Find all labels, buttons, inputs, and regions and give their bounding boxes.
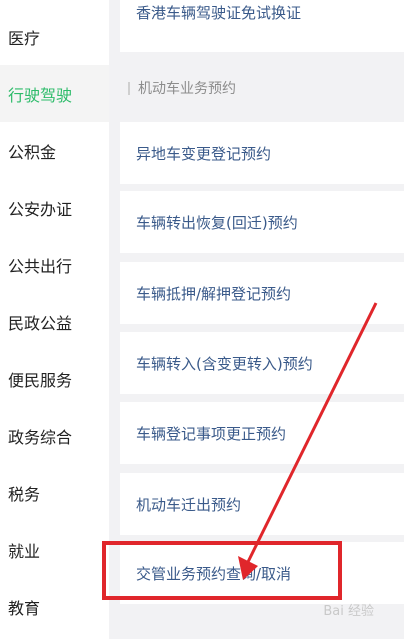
list-item-correction[interactable]: 车辆登记事项更正预约 xyxy=(120,402,404,464)
sidebar-item-driving[interactable]: 行驶驾驶 xyxy=(0,65,109,122)
list-item-label: 车辆转出恢复(回迁)预约 xyxy=(136,213,298,232)
sidebar-item-label: 就业 xyxy=(8,541,41,561)
sidebar-item-convenience[interactable]: 便民服务 xyxy=(0,350,109,407)
sidebar-item-government[interactable]: 政务综合 xyxy=(0,407,109,464)
list-item-remote-registration[interactable]: 异地车变更登记预约 xyxy=(120,122,404,184)
list-item-mortgage[interactable]: 车辆抵押/解押登记预约 xyxy=(120,262,404,324)
sidebar-item-employment[interactable]: 就业 xyxy=(0,521,109,578)
list-item-transfer-in[interactable]: 车辆转入(含变更转入)预约 xyxy=(120,332,404,394)
sidebar-item-label: 教育 xyxy=(8,598,41,618)
list-item-move-out[interactable]: 机动车迁出预约 xyxy=(120,473,404,535)
sidebar-item-label: 行驶驾驶 xyxy=(8,85,73,105)
sidebar-item-label: 公积金 xyxy=(8,142,57,162)
sidebar-item-label: 医疗 xyxy=(8,28,41,48)
section-title: 机动车业务预约 xyxy=(120,66,236,110)
sidebar-item-label: 民政公益 xyxy=(8,313,73,333)
list-item-label: 香港车辆驾驶证免试换证 xyxy=(136,4,302,22)
list-item-label: 异地车变更登记预约 xyxy=(136,144,272,163)
list-item-label: 车辆抵押/解押登记预约 xyxy=(136,284,292,303)
list-item-hk-license[interactable]: 香港车辆驾驶证免试换证 xyxy=(120,0,404,52)
sidebar-item-label: 便民服务 xyxy=(8,370,73,390)
highlight-box xyxy=(102,541,342,600)
section-title-text: 机动车业务预约 xyxy=(138,81,236,97)
sidebar-item-housing-fund[interactable]: 公积金 xyxy=(0,122,109,179)
sidebar-item-civil-affairs[interactable]: 民政公益 xyxy=(0,293,109,350)
watermark: Bai 经验 xyxy=(323,604,374,619)
sidebar-item-tax[interactable]: 税务 xyxy=(0,464,109,521)
section-divider xyxy=(128,81,130,95)
list-item-transfer-restore[interactable]: 车辆转出恢复(回迁)预约 xyxy=(120,191,404,253)
sidebar-item-label: 政务综合 xyxy=(8,427,73,447)
sidebar-item-education[interactable]: 教育 xyxy=(0,578,109,635)
sidebar-item-label: 公共出行 xyxy=(8,256,73,276)
category-sidebar: 医疗 行驶驾驶 公积金 公安办证 公共出行 民政公益 便民服务 政务综合 税务 … xyxy=(0,0,109,639)
list-item-label: 车辆转入(含变更转入)预约 xyxy=(136,354,313,373)
sidebar-item-medical[interactable]: 医疗 xyxy=(0,8,109,65)
sidebar-item-label: 税务 xyxy=(8,484,41,504)
sidebar-item-public-security[interactable]: 公安办证 xyxy=(0,179,109,236)
sidebar-item-label: 公安办证 xyxy=(8,199,73,219)
list-item-label: 机动车迁出预约 xyxy=(136,495,242,514)
sidebar-item-public-transit[interactable]: 公共出行 xyxy=(0,236,109,293)
list-item-label: 车辆登记事项更正预约 xyxy=(136,424,287,443)
